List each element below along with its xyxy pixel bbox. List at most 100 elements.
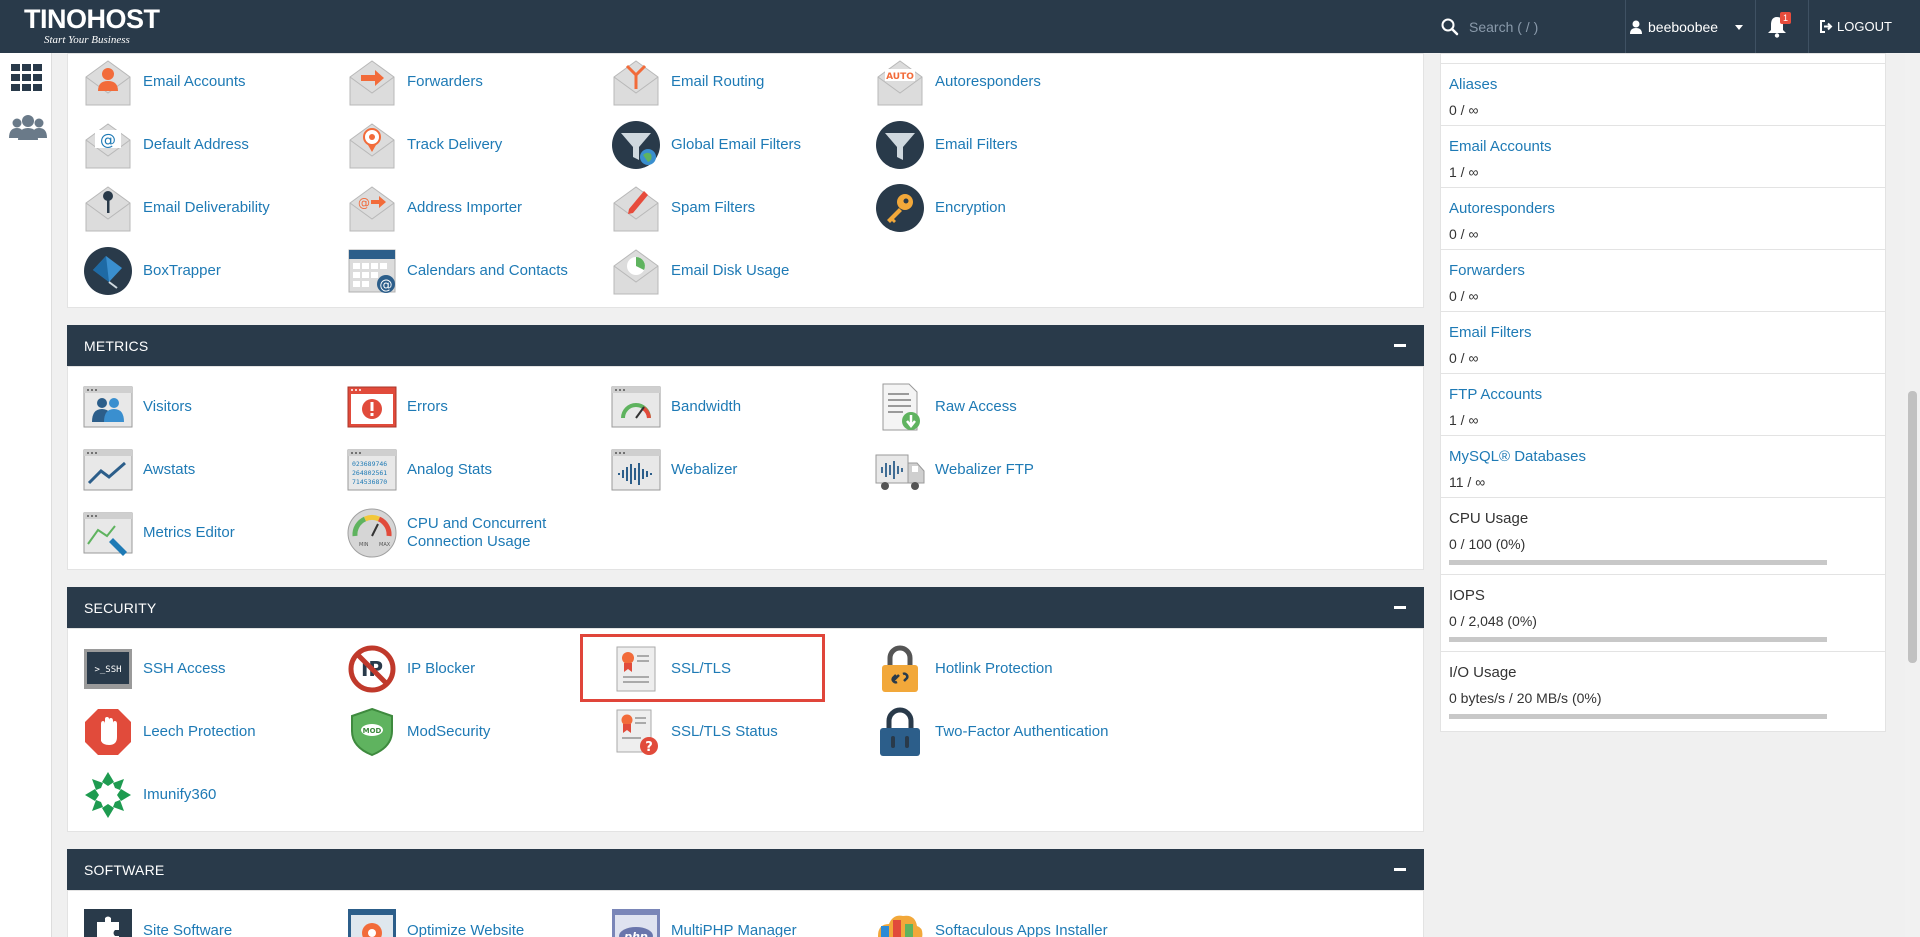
stat-name[interactable]: FTP Accounts — [1449, 386, 1885, 403]
search-box[interactable] — [1441, 0, 1621, 53]
calendar-icon: @ — [348, 249, 396, 293]
default-address-link[interactable]: @ Default Address — [83, 119, 249, 171]
email-deliverability-icon — [85, 186, 131, 232]
stat-aliases: Aliases 0 / ∞ — [1441, 64, 1885, 126]
email-disk-usage-icon — [613, 249, 659, 295]
stat-name[interactable]: Forwarders — [1449, 262, 1885, 279]
notifications-button[interactable]: 1 — [1767, 12, 1793, 40]
io-usage-bar — [1449, 714, 1827, 719]
hotlink-lock-icon — [882, 645, 918, 692]
boxtrapper-icon — [84, 247, 132, 295]
scrollbar-thumb[interactable] — [1908, 391, 1917, 663]
svg-text:>_SSH: >_SSH — [94, 665, 121, 675]
calendars-contacts-link[interactable]: @ Calendars and Contacts — [347, 245, 568, 297]
divider — [1625, 0, 1626, 53]
collapse-icon[interactable] — [1394, 344, 1406, 347]
bandwidth-label: Bandwidth — [671, 398, 742, 415]
optimize-website-link[interactable]: Optimize Website — [347, 905, 524, 937]
search-icon — [1441, 18, 1459, 35]
collapse-icon[interactable] — [1394, 606, 1406, 609]
imunify360-link[interactable]: Imunify360 — [83, 769, 216, 821]
hotlink-protection-link[interactable]: Hotlink Protection — [875, 643, 1053, 695]
forwarders-link[interactable]: Forwarders — [347, 56, 483, 108]
stat-name[interactable]: Autoresponders — [1449, 200, 1885, 217]
raw-access-link[interactable]: Raw Access — [875, 381, 1017, 433]
track-delivery-label: Track Delivery — [407, 136, 503, 153]
analog-stats-icon: 023689746264802561714536870 — [347, 449, 397, 491]
stat-name[interactable]: Email Accounts — [1449, 138, 1885, 155]
modsecurity-link[interactable]: MOD ModSecurity — [347, 706, 490, 758]
optimize-website-icon — [348, 909, 396, 937]
metrics-editor-link[interactable]: Metrics Editor — [83, 507, 235, 559]
svg-text:php: php — [623, 930, 648, 937]
ssh-access-label: SSH Access — [143, 660, 226, 677]
analog-stats-link[interactable]: 023689746 264802561 714536870 Analog Stats — [347, 444, 492, 496]
ssh-access-link[interactable]: >_SSH SSH Access — [83, 643, 226, 695]
visitors-link[interactable]: Visitors — [83, 381, 192, 433]
global-email-filters-link[interactable]: Global Email Filters — [611, 119, 801, 171]
stat-email-filters: Email Filters 0 / ∞ — [1441, 312, 1885, 374]
boxtrapper-link[interactable]: BoxTrapper — [83, 245, 221, 297]
metrics-panel — [67, 366, 1424, 570]
webalizer-label: Webalizer — [671, 461, 738, 478]
softaculous-link[interactable]: Softaculous Apps Installer — [875, 905, 1108, 937]
errors-link[interactable]: Errors — [347, 381, 448, 433]
stat-name[interactable]: Email Filters — [1449, 324, 1885, 341]
stat-name[interactable]: MySQL® Databases — [1449, 448, 1885, 465]
modsecurity-label: ModSecurity — [407, 723, 491, 740]
stat-name[interactable]: Aliases — [1449, 76, 1885, 93]
stat-io-usage: I/O Usage 0 bytes/s / 20 MB/s (0%) — [1441, 652, 1885, 732]
email-routing-icon — [613, 60, 659, 106]
user-menu[interactable]: beeboobee — [1630, 0, 1744, 53]
autoresponders-link[interactable]: AUTO Autoresponders — [875, 56, 1041, 108]
leech-protection-link[interactable]: Leech Protection — [83, 706, 256, 758]
cpu-usage-link[interactable]: MIN MAX CPU and Concurrent Connection Usa… — [347, 507, 567, 559]
email-accounts-link[interactable]: Email Accounts — [83, 56, 246, 108]
address-importer-link[interactable]: @ Address Importer — [347, 182, 522, 234]
ssl-tls-status-link[interactable]: ? SSL/TLS Status — [611, 706, 778, 758]
bandwidth-link[interactable]: Bandwidth — [611, 381, 741, 433]
page-scrollbar[interactable] — [1905, 53, 1920, 937]
stat-value: 0 / ∞ — [1449, 350, 1479, 366]
email-deliverability-link[interactable]: Email Deliverability — [83, 182, 270, 234]
track-delivery-link[interactable]: Track Delivery — [347, 119, 502, 171]
email-disk-usage-link[interactable]: Email Disk Usage — [611, 245, 789, 297]
cpu-usage-label: CPU and Concurrent Connection Usage — [407, 515, 547, 550]
awstats-link[interactable]: Awstats — [83, 444, 195, 496]
encryption-link[interactable]: Encryption — [875, 182, 1006, 234]
forwarders-label: Forwarders — [407, 73, 483, 90]
users-icon[interactable] — [9, 114, 47, 142]
brand-logo[interactable]: TINOHOST Start Your Business — [24, 4, 160, 46]
php-icon: php — [612, 909, 660, 937]
email-disk-usage-label: Email Disk Usage — [671, 262, 790, 279]
autoresponders-icon: AUTO — [877, 60, 923, 106]
webalizer-ftp-link[interactable]: Webalizer FTP — [875, 444, 1034, 496]
ip-blocker-link[interactable]: IP IP Blocker — [347, 643, 475, 695]
stat-value: 0 / ∞ — [1449, 226, 1479, 242]
email-routing-link[interactable]: Email Routing — [611, 56, 764, 108]
calendars-contacts-label: Calendars and Contacts — [407, 262, 568, 279]
raw-access-icon — [882, 383, 920, 431]
stat-forwarders: Forwarders 0 / ∞ — [1441, 250, 1885, 312]
metrics-editor-label: Metrics Editor — [143, 524, 235, 541]
email-accounts-icon — [85, 60, 131, 106]
software-header[interactable]: SOFTWARE — [67, 849, 1424, 890]
apps-grid-icon[interactable] — [11, 64, 43, 92]
analog-stats-label: Analog Stats — [407, 461, 493, 478]
spam-filters-link[interactable]: Spam Filters — [611, 182, 755, 234]
security-header[interactable]: SECURITY — [67, 587, 1424, 628]
two-factor-lock-icon — [880, 707, 920, 756]
webalizer-link[interactable]: Webalizer — [611, 444, 737, 496]
search-input[interactable] — [1469, 18, 1609, 35]
logout-button[interactable]: LOGOUT — [1820, 0, 1892, 53]
email-filters-link[interactable]: Email Filters — [875, 119, 1018, 171]
metrics-header[interactable]: METRICS — [67, 325, 1424, 366]
multiphp-manager-link[interactable]: php MultiPHP Manager — [611, 905, 797, 937]
security-title: SECURITY — [84, 599, 157, 616]
stat-email-accounts: Email Accounts 1 / ∞ — [1441, 126, 1885, 188]
ip-blocker-icon: IP — [348, 645, 396, 693]
site-software-link[interactable]: Site Software — [83, 905, 232, 937]
collapse-icon[interactable] — [1394, 868, 1406, 871]
two-factor-link[interactable]: Two-Factor Authentication — [875, 706, 1108, 758]
stat-name: CPU Usage — [1449, 510, 1529, 527]
